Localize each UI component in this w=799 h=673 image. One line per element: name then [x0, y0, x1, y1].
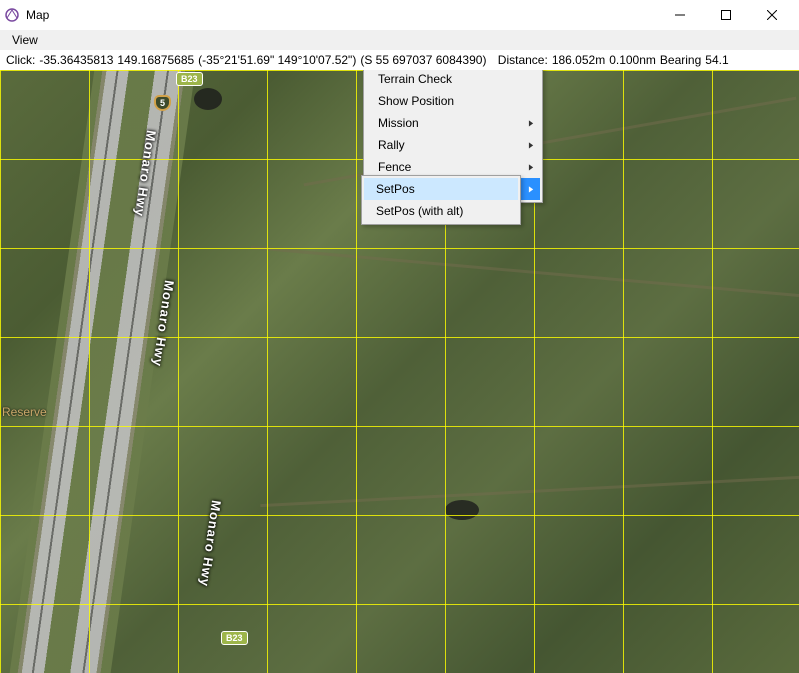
- status-lon: 149.16875685: [117, 53, 194, 67]
- highway-label: Monaro Hwy: [197, 499, 224, 588]
- map-track: [251, 246, 799, 297]
- status-bearing-label: Bearing: [660, 53, 701, 67]
- close-icon: [767, 10, 777, 20]
- status-bar: Click: -35.36435813 149.16875685 (-35°21…: [0, 50, 799, 70]
- status-distance-nm: 0.100nm: [609, 53, 656, 67]
- ctx-show-position[interactable]: Show Position: [366, 90, 540, 112]
- maximize-button[interactable]: [703, 0, 749, 30]
- menu-view[interactable]: View: [6, 31, 44, 49]
- window-controls: [657, 0, 795, 30]
- map-track: [260, 476, 799, 507]
- status-distance-label: Distance:: [498, 53, 548, 67]
- menubar: View: [0, 30, 799, 50]
- route-shield-b23: B23: [221, 631, 248, 645]
- map-canvas[interactable]: Monaro Hwy Monaro Hwy Monaro Hwy Reserve…: [0, 70, 799, 673]
- ctx-fakegps-setpos-alt[interactable]: SetPos (with alt): [364, 200, 518, 222]
- status-lat: -35.36435813: [39, 53, 113, 67]
- ctx-rally[interactable]: Rally: [366, 134, 540, 156]
- window-title: Map: [26, 8, 657, 22]
- status-utm: (S 55 697037 6084390): [360, 53, 486, 67]
- ctx-fakegps-setpos[interactable]: SetPos: [364, 178, 518, 200]
- map-dam: [445, 500, 479, 520]
- ctx-terrain-check[interactable]: Terrain Check: [366, 70, 540, 90]
- status-bearing: 54.1: [705, 53, 728, 67]
- close-button[interactable]: [749, 0, 795, 30]
- route-shield-b23: B23: [176, 72, 203, 86]
- map-highway: [0, 70, 199, 673]
- status-dms: (-35°21'51.69" 149°10'07.52"): [198, 53, 356, 67]
- reserve-label: Reserve: [2, 405, 47, 419]
- titlebar: Map: [0, 0, 799, 30]
- app-icon: [4, 7, 20, 23]
- context-submenu-fakegps: SetPos SetPos (with alt): [361, 175, 521, 225]
- status-distance-m: 186.052m: [552, 53, 605, 67]
- status-click-label: Click:: [6, 53, 35, 67]
- ctx-mission[interactable]: Mission: [366, 112, 540, 134]
- minimize-button[interactable]: [657, 0, 703, 30]
- maximize-icon: [721, 10, 731, 20]
- map-dam: [194, 88, 222, 110]
- minimize-icon: [675, 10, 685, 20]
